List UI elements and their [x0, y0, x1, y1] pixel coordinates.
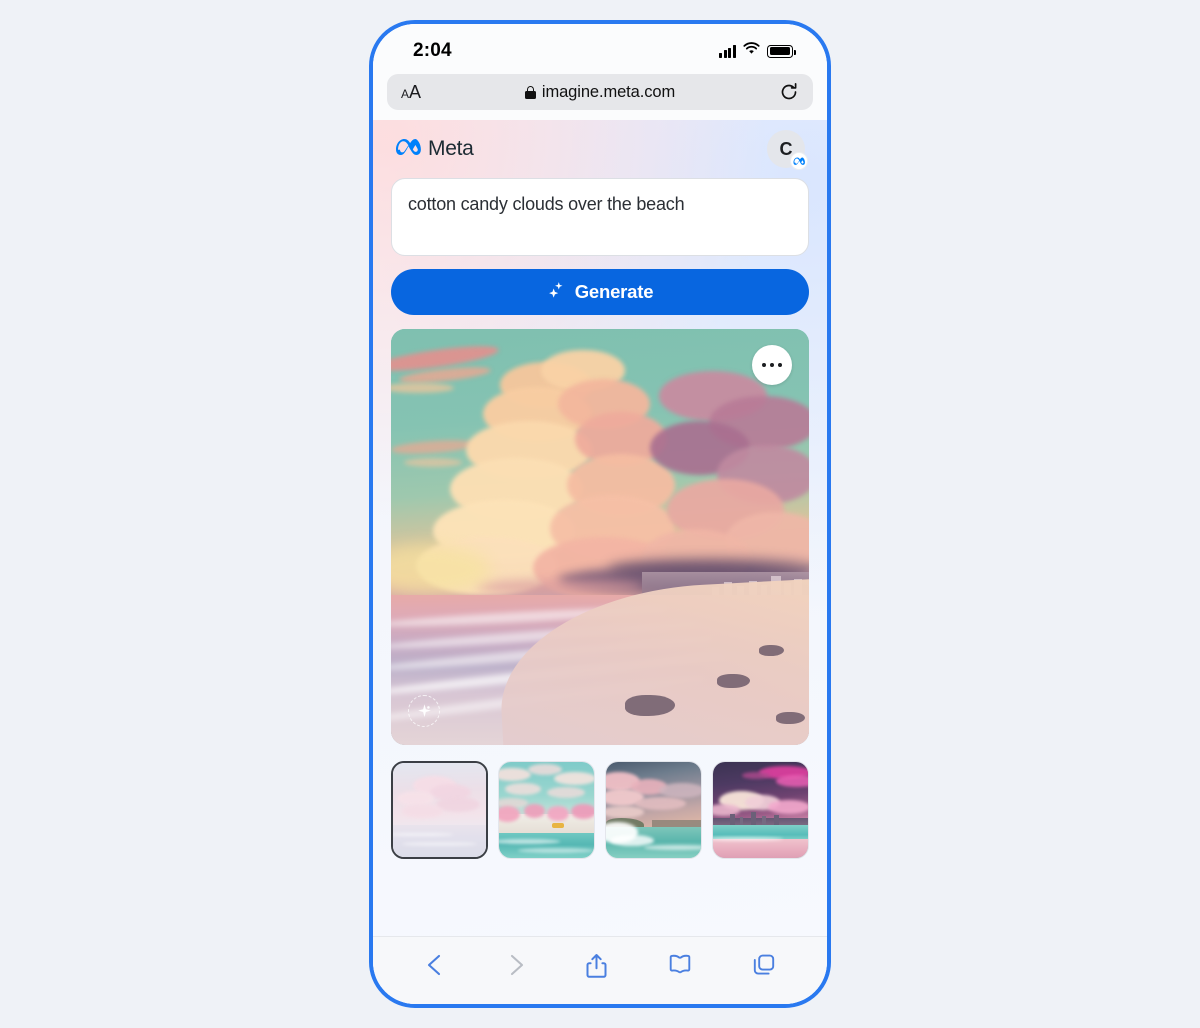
battery-icon	[767, 44, 796, 58]
back-button[interactable]	[420, 949, 450, 981]
url-text: imagine.meta.com	[541, 82, 676, 101]
url-bar-container: AA imagine.meta.com	[373, 72, 827, 120]
meta-infinity-icon	[395, 138, 421, 160]
prompt-input[interactable]: cotton candy clouds over the beach	[391, 178, 809, 256]
tabs-button[interactable]	[748, 949, 780, 981]
share-button[interactable]	[581, 949, 612, 983]
thumbnail-4[interactable]	[712, 761, 810, 859]
bookmarks-button[interactable]	[663, 949, 697, 979]
meta-brand: Meta	[395, 137, 474, 161]
forward-button[interactable]	[501, 949, 531, 981]
wifi-icon	[743, 42, 760, 60]
url-bar[interactable]: AA imagine.meta.com	[387, 74, 813, 110]
reload-icon[interactable]	[779, 82, 799, 102]
aa-big: A	[409, 81, 422, 102]
app-header: Meta C	[391, 120, 809, 178]
aa-small: A	[401, 86, 410, 101]
thumbnail-2[interactable]	[498, 761, 596, 859]
brand-name: Meta	[428, 137, 474, 160]
thumbnail-3[interactable]	[605, 761, 703, 859]
generate-button[interactable]: Generate	[391, 269, 809, 315]
avatar[interactable]: C	[767, 130, 808, 170]
thumbnail-strip	[391, 761, 810, 859]
browser-toolbar	[373, 936, 827, 1004]
imagine-app: Meta C cotton candy clouds over the beac…	[373, 120, 827, 936]
status-icons	[719, 42, 796, 60]
cellular-signal-icon	[719, 44, 736, 58]
rock	[775, 711, 805, 725]
image-options-button[interactable]	[752, 345, 792, 385]
ai-watermark-icon	[408, 695, 440, 727]
sparkle-icon	[547, 280, 566, 304]
url-display: imagine.meta.com	[387, 83, 813, 102]
status-time: 2:04	[413, 40, 452, 61]
result-image-art	[391, 329, 809, 745]
text-size-icon[interactable]: AA	[401, 82, 421, 103]
phone-screen: 2:04 AA imagine.meta.com Meta C cotton c…	[373, 24, 827, 1004]
lock-icon	[524, 85, 536, 99]
phone-frame: 2:04 AA imagine.meta.com Meta C cotton c…	[369, 20, 831, 1008]
meta-infinity-badge-icon	[790, 152, 808, 170]
thumbnail-1[interactable]	[391, 761, 489, 859]
generate-button-label: Generate	[574, 281, 654, 302]
status-bar: 2:04	[373, 24, 827, 72]
result-image[interactable]	[391, 329, 809, 745]
